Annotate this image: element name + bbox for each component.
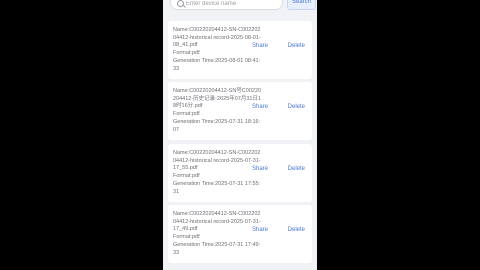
record-format: Format:pdf xyxy=(173,111,200,118)
share-button[interactable]: Share xyxy=(252,43,268,49)
record-name: Name:C00220204412-SN-C00220204412-histor… xyxy=(173,211,261,233)
record-format: Format:pdf xyxy=(173,50,200,57)
record-card: Name:C00220204412-SN-C00220204412-histor… xyxy=(168,144,312,202)
record-format: Format:pdf xyxy=(173,173,200,180)
record-name: Name:C00220204412-SN号C00220204412-历史记录-2… xyxy=(173,88,262,110)
record-name: Name:C00220204412-SN-C00220204412-histor… xyxy=(173,150,261,172)
search-box[interactable] xyxy=(170,0,283,10)
delete-button[interactable]: Delete xyxy=(288,166,305,172)
phone-screen: Search Name:C00220204412-SN-C00220204412… xyxy=(163,0,317,270)
record-generation-time: Generation Time:2025-07-31 17:55:31 xyxy=(173,180,261,195)
delete-button[interactable]: Delete xyxy=(288,43,305,49)
record-generation-time: Generation Time:2025-08-01 08:41:33 xyxy=(173,57,261,72)
share-button[interactable]: Share xyxy=(252,227,268,233)
record-name: Name:C00220204412-SN-C00220204412-histor… xyxy=(173,27,261,49)
record-generation-time: Generation Time:2025-07-31 18:16:07 xyxy=(173,118,261,133)
record-card: Name:C00220204412-SN-C00220204412-histor… xyxy=(168,21,312,79)
search-icon xyxy=(177,0,184,7)
share-button[interactable]: Share xyxy=(252,166,268,172)
record-generation-time: Generation Time:2025-07-31 17:49:33 xyxy=(173,241,261,256)
record-card: Name:C00220204412-SN-C00220204412-histor… xyxy=(168,205,312,263)
search-input[interactable] xyxy=(186,0,280,8)
record-format: Format:pdf xyxy=(173,234,200,241)
delete-button[interactable]: Delete xyxy=(288,104,305,110)
delete-button[interactable]: Delete xyxy=(288,227,305,233)
search-bar: Search xyxy=(170,0,316,11)
share-button[interactable]: Share xyxy=(252,104,268,110)
record-card: Name:C00220204412-SN号C00220204412-历史记录-2… xyxy=(168,82,312,140)
search-button[interactable]: Search xyxy=(287,0,316,10)
